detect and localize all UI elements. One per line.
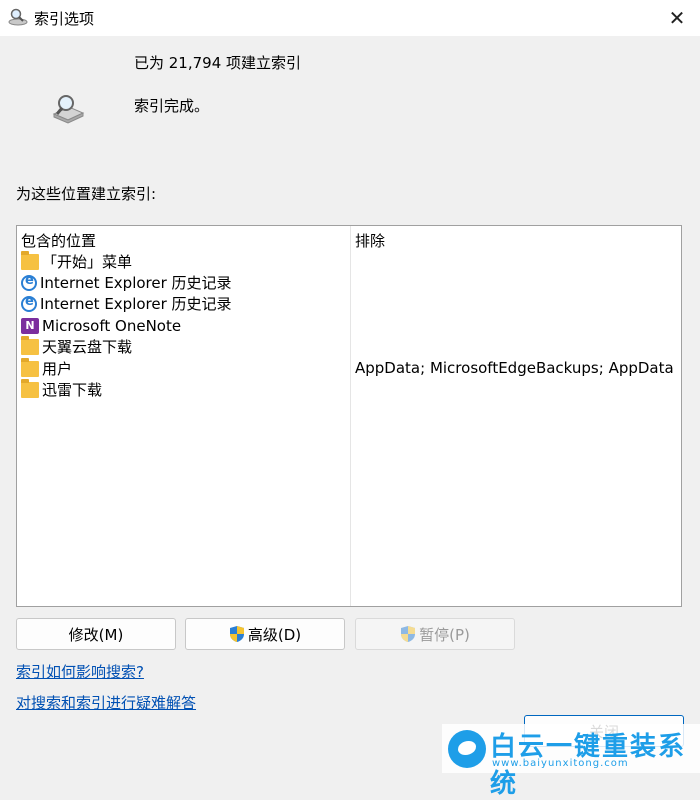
list-item[interactable]: Internet Explorer 历史记录 [21,272,232,293]
watermark: 白云一键重装系统 www.baiyunxitong.com [442,724,700,799]
folder-icon [21,378,39,398]
title-bar: 索引选项 ✕ [0,0,700,36]
shield-icon [401,626,416,642]
modify-button-label: 修改(M) [68,625,124,644]
location-label: 天翼云盘下载 [42,338,133,356]
index-status-text: 索引完成。 [134,97,210,115]
shield-icon [229,626,244,642]
location-label: 「开始」菜单 [42,253,133,271]
close-icon[interactable]: ✕ [654,0,700,36]
pause-button[interactable]: 暂停(P) [355,618,515,650]
location-label: Internet Explorer 历史记录 [40,295,232,313]
locations-label: 为这些位置建立索引: [16,185,157,203]
column-divider [350,226,351,606]
exclude-value: AppData; MicrosoftEdgeBackups; AppData [355,359,674,377]
watermark-url: www.baiyunxitong.com [492,758,629,769]
ie-icon [21,273,37,291]
location-label: 迅雷下载 [42,381,103,399]
advanced-button-label: 高级(D) [247,625,302,644]
location-label: 用户 [42,360,73,378]
indexing-status-icon [52,95,85,124]
window-title: 索引选项 [34,10,95,28]
list-item[interactable]: N Microsoft OneNote [21,315,181,336]
exclude-header[interactable]: 排除 [355,230,385,251]
index-locations-list[interactable]: 包含的位置 排除 「开始」菜单 Internet Explorer 历史记录 I… [16,225,682,607]
included-locations-header[interactable]: 包含的位置 [21,230,96,251]
twitter-bird-icon [448,730,486,768]
indexing-options-icon [8,8,28,26]
ie-icon [21,294,37,312]
onenote-icon: N [21,317,39,334]
list-item[interactable]: 「开始」菜单 [21,250,133,272]
modify-button[interactable]: 修改(M) [16,618,176,650]
folder-icon [21,250,39,270]
how-indexing-affects-link[interactable]: 索引如何影响搜索? [16,661,144,682]
advanced-button[interactable]: 高级(D) [185,618,345,650]
list-item[interactable]: Internet Explorer 历史记录 [21,293,232,314]
location-label: Microsoft OneNote [42,316,182,335]
list-item[interactable]: 用户 [21,357,73,379]
list-item[interactable]: 天翼云盘下载 [21,335,133,357]
folder-icon [21,335,39,355]
list-item[interactable]: 迅雷下载 [21,378,103,400]
pause-button-label: 暂停(P) [419,625,470,644]
folder-icon [21,357,39,377]
location-label: Internet Explorer 历史记录 [40,274,232,292]
troubleshoot-link[interactable]: 对搜索和索引进行疑难解答 [16,692,196,713]
indexed-count-text: 已为 21,794 项建立索引 [134,54,302,72]
